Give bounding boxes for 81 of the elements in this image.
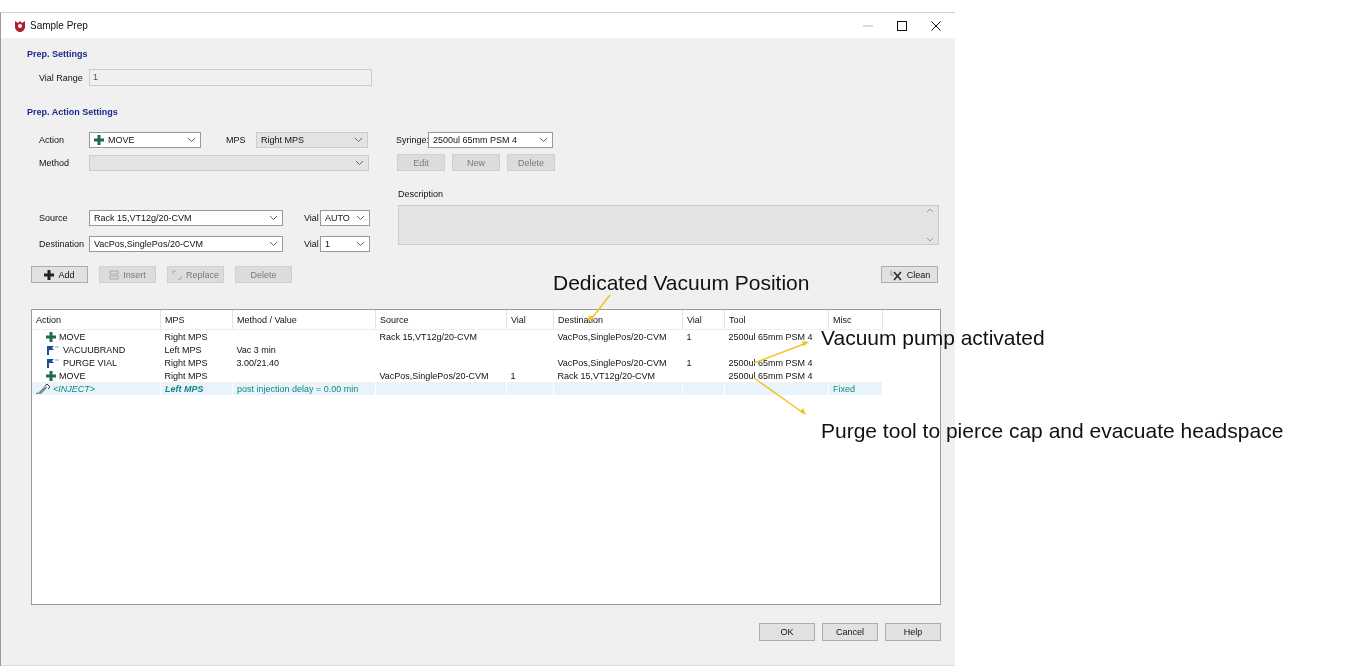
table-cell: Right MPS — [164, 370, 208, 381]
action-name[interactable]: PURGE VIAL — [63, 357, 118, 368]
push-button[interactable]: Help — [885, 623, 941, 641]
replace-icon — [172, 269, 182, 280]
table-cell: Right MPS — [164, 331, 208, 342]
action-name[interactable]: MOVE — [59, 331, 86, 342]
push-button[interactable]: OK — [759, 623, 815, 641]
column-header[interactable]: Action — [32, 310, 161, 330]
table-cell: Right MPS — [164, 357, 208, 368]
field-label: Description — [398, 189, 445, 201]
scrollbar-arrows-icon — [926, 207, 934, 243]
maximize-icon — [896, 19, 908, 32]
flag-icon — [46, 344, 60, 355]
action-dropdown[interactable]: MOVE — [89, 132, 201, 148]
callout-text: Dedicated Vacuum Position — [553, 271, 810, 295]
chevron-icon — [269, 215, 278, 221]
push-button[interactable]: Add — [31, 266, 88, 283]
window-title: Sample Prep — [30, 20, 88, 31]
table-cell: Rack 15,VT12g/20-CVM — [379, 331, 478, 342]
chevron-icon — [269, 241, 278, 247]
push-button[interactable]: Clean — [881, 266, 938, 283]
column-header[interactable]: Destination — [553, 310, 683, 330]
section-heading: Prep. Settings — [27, 49, 89, 61]
flag-icon — [46, 357, 60, 368]
chevron-icon — [354, 137, 363, 143]
source-dropdown[interactable]: Rack 15,VT12g/20-CVM — [89, 210, 283, 226]
push-button[interactable]: Cancel — [822, 623, 878, 641]
field-label: Vial — [304, 213, 320, 223]
insert-icon — [109, 269, 120, 280]
table-cell: Left MPS — [164, 344, 202, 355]
table-cell: VacPos,SinglePos/20-CVM — [557, 331, 667, 342]
syringe-icon — [36, 383, 50, 394]
field-label: Action — [39, 135, 65, 145]
destination-dropdown[interactable]: VacPos,SinglePos/20-CVM — [89, 236, 283, 252]
chevron-icon — [355, 159, 364, 166]
cross-icon — [46, 331, 56, 342]
table-cell: 1 — [686, 331, 692, 342]
callout-text: Purge tool to pierce cap and evacuate headspace — [821, 419, 1284, 443]
field-label: Destination — [39, 239, 86, 249]
vial-dropdown[interactable]: 1 — [320, 236, 370, 252]
column-header[interactable]: Tool — [724, 310, 829, 330]
cross-icon — [46, 370, 56, 381]
action-name[interactable]: MOVE — [59, 370, 86, 381]
chevron-icon — [187, 137, 196, 143]
field-label: Method — [39, 157, 71, 168]
table-cell: 2500ul 65mm PSM 4 — [728, 370, 813, 381]
chevron-icon — [356, 241, 365, 247]
table-cell: 2500ul 65mm PSM 4 — [728, 331, 813, 342]
table-cell: Rack 15,VT12g/20-CVM — [557, 370, 656, 381]
table-cell: VacPos,SinglePos/20-CVM — [557, 357, 667, 368]
column-header[interactable]: Vial — [506, 310, 554, 330]
chevron-icon — [539, 137, 548, 143]
section-heading: Prep. Action Settings — [27, 107, 119, 119]
table-cell: Fixed — [833, 383, 855, 394]
column-header[interactable]: Method / Value — [232, 310, 376, 330]
column-header[interactable]: Misc — [828, 310, 883, 330]
broom-icon — [888, 268, 903, 281]
action-name[interactable]: VACUUBRAND — [63, 344, 126, 355]
table-cell: 1 — [510, 370, 516, 381]
table-cell: Left MPS — [165, 383, 204, 394]
close-icon — [930, 19, 942, 32]
table-cell: VacPos,SinglePos/20-CVM — [379, 370, 489, 381]
column-header[interactable]: MPS — [160, 310, 233, 330]
field-label: Source — [39, 213, 69, 223]
field-label: Vial — [304, 239, 320, 249]
vial-dropdown[interactable]: AUTO — [320, 210, 370, 226]
syringe-dropdown[interactable]: 2500ul 65mm PSM 4 — [428, 132, 553, 148]
table-cell: post injection delay = 0.00 min — [237, 383, 359, 394]
field-label: Vial Range — [39, 72, 84, 83]
field-label: MPS — [226, 135, 247, 145]
plus-icon — [44, 269, 55, 280]
table-cell: 1 — [686, 357, 692, 368]
column-header[interactable]: Source — [375, 310, 507, 330]
cross-icon — [94, 135, 104, 145]
chevron-icon — [356, 215, 365, 221]
field-label: Syringe: — [396, 135, 428, 145]
column-header[interactable]: Vial — [682, 310, 725, 330]
table-cell: 2500ul 65mm PSM 4 — [728, 357, 813, 368]
table-cell: 3.00/21.40 — [236, 357, 280, 368]
table-cell: Vac 3 min — [236, 344, 276, 355]
app-logo-icon — [14, 19, 26, 32]
